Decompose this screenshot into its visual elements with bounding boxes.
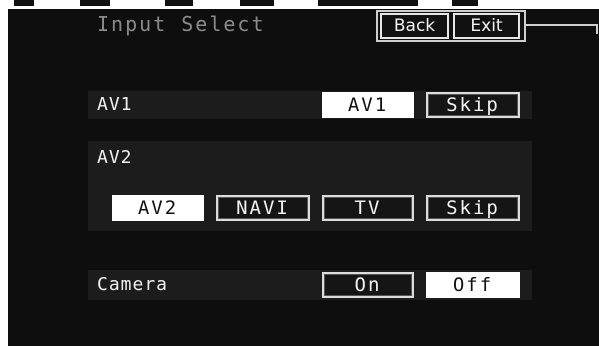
callout-line [596, 24, 598, 34]
av1-option-skip[interactable]: Skip [426, 92, 520, 118]
camera-option-off[interactable]: Off [426, 272, 520, 298]
top-band-segment [318, 0, 418, 6]
camera-option-on[interactable]: On [322, 272, 414, 298]
top-band-segment [452, 0, 478, 6]
av2-option-navi[interactable]: NAVI [216, 195, 310, 221]
page-title: Input Select [97, 12, 266, 36]
exit-button[interactable]: Exit [453, 13, 520, 39]
av1-label: AV1 [97, 94, 133, 115]
av2-option-tv[interactable]: TV [322, 195, 414, 221]
back-button[interactable]: Back [380, 13, 449, 39]
top-band-segment [240, 0, 274, 6]
top-band-segment [80, 0, 110, 6]
av2-option-av2[interactable]: AV2 [112, 195, 204, 221]
av1-option-av1[interactable]: AV1 [322, 92, 414, 118]
av2-option-skip[interactable]: Skip [426, 195, 520, 221]
callout-line [526, 24, 598, 26]
top-band-segment [165, 0, 193, 6]
av2-label: AV2 [97, 147, 133, 168]
top-band-segment [14, 0, 34, 6]
camera-label: Camera [97, 274, 169, 295]
top-band [0, 0, 599, 9]
